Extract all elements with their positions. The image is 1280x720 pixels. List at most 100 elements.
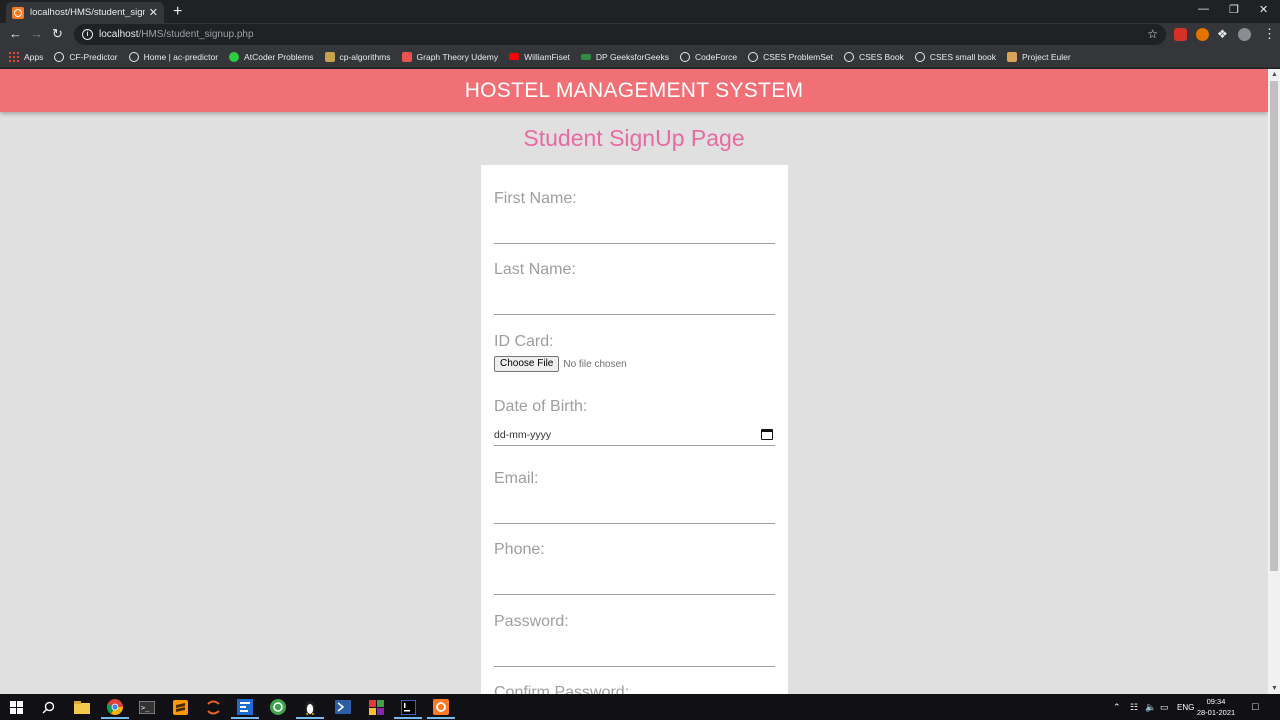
atcoder-icon [229,51,240,62]
window-minimize-button[interactable]: — [1198,3,1209,15]
extension-red-icon[interactable] [1174,28,1187,41]
tray-overflow-chevron-icon[interactable]: ⌃ [1113,694,1121,720]
intellij-icon[interactable] [394,698,422,719]
bookmark-codeforce[interactable]: CodeForce [680,51,738,62]
bookmark-cses-small-book[interactable]: CSES small book [914,51,996,62]
bookmark-apps[interactable]: Apps [9,51,43,62]
powershell-icon[interactable] [334,698,352,716]
linux-penguin-icon[interactable] [296,698,324,719]
volume-icon[interactable]: 🔈 [1145,694,1156,720]
globe-icon [54,51,65,62]
sublime-text-icon[interactable] [171,698,189,716]
forward-arrow-icon[interactable]: → [30,27,43,41]
password-input[interactable] [494,637,775,667]
bookmark-graph-theory-udemy[interactable]: Graph Theory Udemy [401,51,499,62]
choose-file-button[interactable]: Choose File [494,356,560,372]
bookmark-label: Graph Theory Udemy [416,51,499,62]
scrollbar-thumb[interactable] [1270,81,1278,571]
bookmark-ac-predictor[interactable]: Home | ac-predictor [128,51,218,62]
first-name-label: First Name: [494,190,577,207]
bookmark-cses-book[interactable]: CSES Book [843,51,904,62]
bookmark-project-euler[interactable]: Project Euler [1007,51,1071,62]
last-name-label: Last Name: [494,261,576,278]
file-status-text: No file chosen [563,358,627,370]
bookmark-label: CSES ProblemSet [763,51,833,62]
calendar-icon[interactable] [761,429,773,440]
clock-time: 09:34 [1206,697,1226,706]
open-app-indicator [231,717,259,719]
globe-icon [843,51,854,62]
dob-field: Date of Birth: dd-mm-yyyy [494,398,775,446]
scroll-up-arrow-icon[interactable]: ▲ [1271,71,1278,78]
dob-label: Date of Birth: [494,398,588,415]
globe-icon [680,51,690,62]
last-name-field: Last Name: [494,261,775,315]
clock-date: 28-01-2021 [1196,708,1236,717]
globe-icon [748,51,759,62]
tab-close-icon[interactable]: ✕ [149,6,158,19]
last-name-input[interactable] [494,285,775,315]
reload-icon[interactable]: ↻ [52,27,63,41]
browser-toolbar: ← → ↻ i localhost /HMS/student_signup.ph… [0,23,1280,46]
scroll-down-arrow-icon[interactable]: ▼ [1271,685,1278,692]
bookmark-dp-geeksforgeeks[interactable]: DP GeeksforGeeks [580,52,669,62]
bookmarks-bar: Apps CF-Predictor Home | ac-predictor At… [0,46,1280,68]
chrome-taskbar-icon[interactable] [101,698,129,719]
id-card-label: ID Card: [494,333,554,350]
bookmark-label: Project Euler [1022,51,1071,62]
email-label: Email: [494,470,539,487]
visual-studio-icon[interactable] [231,698,259,719]
globe-icon [914,51,925,62]
bookmark-cf-predictor[interactable]: CF-Predictor [54,51,118,62]
profile-avatar-icon[interactable] [1238,28,1251,41]
bookmark-williamfiset[interactable]: WilliamFiset [509,52,570,62]
email-input[interactable] [494,494,775,524]
id-card-file-picker: Choose File No file chosen [494,356,775,372]
battery-icon[interactable]: ▭ [1160,694,1169,720]
language-indicator[interactable]: ENG [1177,694,1194,720]
tab-active[interactable]: localhost/HMS/student_signup.p ✕ [6,2,164,23]
youtube-icon [509,53,520,60]
project-euler-icon [1007,51,1018,62]
site-header: HOSTEL MANAGEMENT SYSTEM [0,69,1268,112]
phone-input[interactable] [494,565,775,595]
site-info-icon[interactable]: i [82,29,93,40]
dob-input[interactable]: dd-mm-yyyy [494,424,775,446]
back-arrow-icon[interactable]: ← [9,27,22,41]
page-scrollbar[interactable]: ▲ ▼ [1268,69,1280,694]
bookmark-star-icon[interactable]: ☆ [1147,27,1158,41]
first-name-field: First Name: [494,190,775,244]
notifications-icon[interactable]: □ [1252,694,1259,720]
extensions-puzzle-icon[interactable]: ❖ [1217,27,1228,41]
window-close-button[interactable]: ✕ [1259,3,1268,16]
codeblocks-icon[interactable] [204,698,222,716]
terminal-icon[interactable]: >_ [138,698,156,716]
file-explorer-icon[interactable] [73,698,91,716]
bookmark-cp-algorithms[interactable]: cp-algorithms [324,51,391,62]
address-bar[interactable]: i localhost /HMS/student_signup.php ☆ [74,24,1166,45]
tab-title: localhost/HMS/student_signup.p [30,7,145,18]
confirm-password-label: Confirm Password: [494,684,630,694]
window-restore-button[interactable]: ❐ [1229,3,1239,16]
search-icon[interactable] [39,698,57,716]
svg-text:>_: >_ [141,704,150,712]
windows-taskbar: >_ ⌃ ☷ 🔈 ▭ ENG 09:34 28-01-2021 □ [0,694,1280,720]
windows-start-icon[interactable] [7,698,25,716]
bookmark-cses-problemset[interactable]: CSES ProblemSet [748,51,833,62]
open-app-indicator [394,717,422,719]
new-tab-button[interactable]: + [173,3,182,21]
bookmark-atcoder-problems[interactable]: AtCoder Problems [229,51,314,62]
network-icon[interactable]: ☷ [1130,694,1138,720]
apps-grid-icon [9,51,19,62]
first-name-input[interactable] [494,214,775,244]
email-field: Email: [494,470,775,524]
extension-orange-icon[interactable] [1196,28,1209,41]
browser-menu-icon[interactable]: ⋮ [1263,27,1276,41]
active-app-indicator [101,717,129,719]
taskbar-clock[interactable]: 09:34 28-01-2021 [1196,696,1236,718]
green-app-icon[interactable] [269,698,287,716]
colorful-grid-app-icon[interactable] [367,698,385,716]
bookmark-label: CodeForce [695,51,738,62]
xampp-icon[interactable] [427,698,455,719]
bookmark-label: AtCoder Problems [244,51,314,62]
